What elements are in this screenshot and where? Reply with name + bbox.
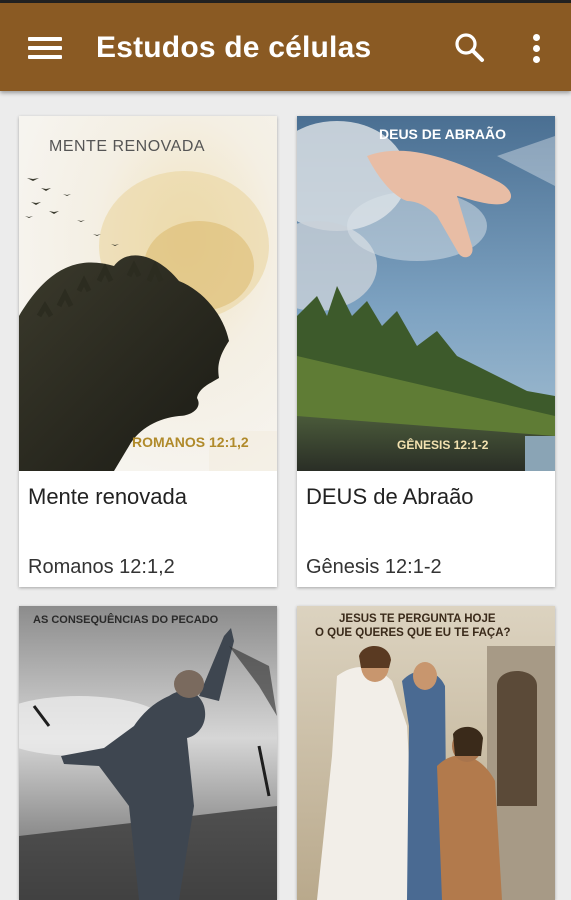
study-card-mente-renovada[interactable]: MENTE RENOVADA ROMANOS 12:1,2 Mente reno… <box>19 116 277 587</box>
study-card-consequencias-do-pecado[interactable]: AS CONSEQUÊNCIAS DO PECADO <box>19 606 277 900</box>
app-title: Estudos de células <box>96 31 372 64</box>
image-caption-top-line2: O QUE QUERES QUE EU TE FAÇA? <box>315 627 511 639</box>
card-image-mente-renovada: MENTE RENOVADA ROMANOS 12:1,2 <box>19 116 277 471</box>
image-caption-top: AS CONSEQUÊNCIAS DO PECADO <box>33 614 219 626</box>
card-subtitle: Gênesis 12:1-2 <box>306 556 442 578</box>
card-image-jesus-te-pergunta: JESUS TE PERGUNTA HOJE O QUE QUERES QUE … <box>297 606 555 900</box>
image-caption-top: MENTE RENOVADA <box>49 138 206 155</box>
app-bar: Estudos de células <box>0 3 571 91</box>
study-card-jesus-te-pergunta[interactable]: JESUS TE PERGUNTA HOJE O QUE QUERES QUE … <box>297 606 555 900</box>
image-caption-bottom: GÊNESIS 12:1-2 <box>397 438 489 452</box>
image-caption-top: DEUS DE ABRAÃO <box>379 126 507 142</box>
card-title: Mente renovada <box>28 484 187 509</box>
more-vert-icon[interactable] <box>524 33 548 67</box>
image-caption-top-line1: JESUS TE PERGUNTA HOJE <box>339 613 496 625</box>
menu-icon[interactable] <box>28 37 62 59</box>
study-card-deus-de-abraao[interactable]: DEUS DE ABRAÃO GÊNESIS 12:1-2 DEUS de Ab… <box>297 116 555 587</box>
card-image-consequencias-do-pecado: AS CONSEQUÊNCIAS DO PECADO <box>19 606 277 900</box>
search-icon[interactable] <box>453 31 487 65</box>
card-image-deus-de-abraao: DEUS DE ABRAÃO GÊNESIS 12:1-2 <box>297 116 555 471</box>
image-caption-bottom: ROMANOS 12:1,2 <box>132 434 249 450</box>
card-title: DEUS de Abraão <box>306 484 474 509</box>
card-subtitle: Romanos 12:1,2 <box>28 556 175 578</box>
